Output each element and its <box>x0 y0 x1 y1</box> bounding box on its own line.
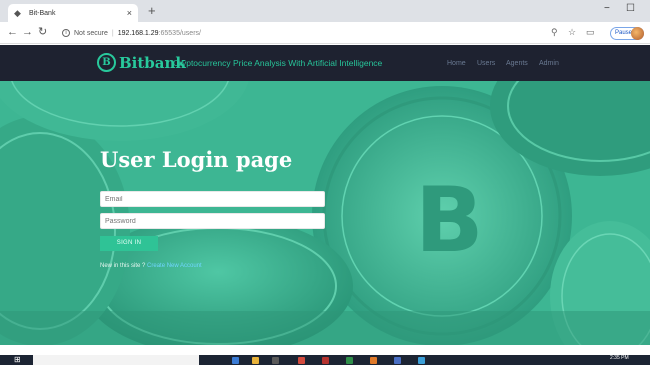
not-secure-label: Not secure <box>74 29 108 37</box>
browser-tab[interactable]: ◆ Bit-Bank × <box>8 4 138 22</box>
browser-tab-bar: ◆ Bit-Bank × + − ☐ <box>0 0 650 22</box>
back-icon[interactable]: ← <box>7 25 18 39</box>
nav-users[interactable]: Users <box>477 60 495 67</box>
bitcoin-logo-icon: B <box>97 53 116 72</box>
minimize-icon[interactable]: − <box>604 3 610 14</box>
favicon-icon: ◆ <box>14 8 21 18</box>
info-icon[interactable]: i <box>62 29 70 37</box>
taskbar-app-icon[interactable] <box>394 357 401 364</box>
address-bar[interactable]: i Not secure | 192.168.1.29:65535/users/ <box>62 25 582 41</box>
url-host: 192.168.1.29 <box>117 29 159 37</box>
taskbar-search[interactable] <box>33 355 199 365</box>
extension-icon[interactable]: ▭ <box>586 27 595 38</box>
taskbar-app-icon[interactable] <box>252 357 259 364</box>
screen-gap <box>0 345 650 355</box>
tab-title: Bit-Bank <box>29 9 56 17</box>
separator: | <box>111 29 114 37</box>
taskbar-app-icon[interactable] <box>322 357 329 364</box>
taskbar-app-icon[interactable] <box>418 357 425 364</box>
taskbar-app-icon[interactable] <box>370 357 377 364</box>
nav-agents[interactable]: Agents <box>506 60 528 67</box>
taskbar-app-icon[interactable] <box>272 357 279 364</box>
taskbar-app-icon[interactable] <box>232 357 239 364</box>
maximize-icon[interactable]: ☐ <box>626 3 635 14</box>
new-tab-button[interactable]: + <box>148 4 156 18</box>
taskbar-app-icon[interactable] <box>346 357 353 364</box>
password-field[interactable] <box>100 213 325 229</box>
svg-text:B: B <box>415 168 484 273</box>
email-field[interactable] <box>100 191 325 207</box>
nav-admin[interactable]: Admin <box>539 60 559 67</box>
star-icon[interactable]: ☆ <box>568 27 576 38</box>
url-path: :65535/users/ <box>158 29 201 37</box>
browser-toolbar: ← → ↻ i Not secure | 192.168.1.29:65535/… <box>0 22 650 44</box>
new-here-text: New in this site ? <box>100 263 146 269</box>
windows-start-icon[interactable]: ⊞ <box>14 356 21 364</box>
windows-taskbar: ⊞ 2:35 PM <box>0 355 650 365</box>
create-account-link[interactable]: Create New Account <box>147 263 202 269</box>
sign-in-button[interactable]: SIGN IN <box>100 236 158 251</box>
site-tagline: Cryptocurrency Price Analysis With Artif… <box>173 58 383 68</box>
reload-icon[interactable]: ↻ <box>38 25 47 39</box>
taskbar-app-icon[interactable] <box>298 357 305 364</box>
nav-home[interactable]: Home <box>447 60 466 67</box>
taskbar-clock[interactable]: 2:35 PM <box>610 355 629 361</box>
site-navbar: B Bitbank Cryptocurrency Price Analysis … <box>0 45 650 81</box>
zoom-icon[interactable]: ⚲ <box>551 27 558 38</box>
page-title: User Login page <box>100 147 293 172</box>
avatar <box>631 27 644 40</box>
new-account-prompt: New in this site ? Create New Account <box>100 263 202 269</box>
tab-close-icon[interactable]: × <box>127 8 132 18</box>
bitcoin-background-image: B <box>0 81 650 345</box>
forward-icon[interactable]: → <box>22 25 33 39</box>
profile-button[interactable]: Paused <box>610 27 644 40</box>
login-hero: B User Login page SIGN IN New in this si… <box>0 81 650 345</box>
